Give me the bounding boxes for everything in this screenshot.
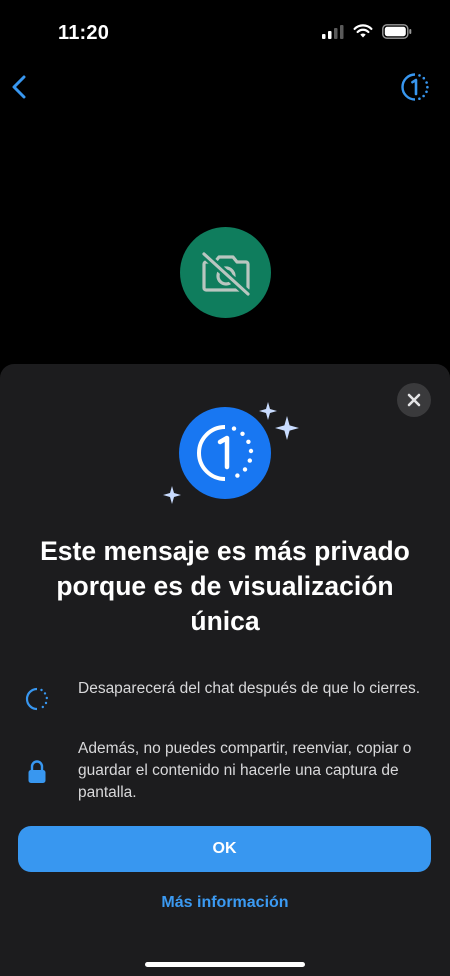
status-icons: [322, 24, 412, 39]
view-once-illustration: [160, 402, 310, 512]
home-indicator: [145, 962, 305, 967]
sheet-title: Este mensaje es más privado porque es de…: [40, 536, 410, 636]
battery-icon: [382, 24, 412, 39]
ok-button[interactable]: OK: [18, 826, 431, 872]
info-sheet: Este mensaje es más privado porque es de…: [0, 364, 450, 976]
wifi-icon: [353, 24, 373, 38]
status-time: 11:20: [58, 22, 110, 44]
chevron-left-icon: [12, 75, 26, 99]
view-once-button[interactable]: [400, 72, 430, 102]
dashed-circle-icon: [24, 686, 50, 712]
status-bar: 11:20: [0, 0, 450, 66]
media-unavailable-badge: [180, 227, 271, 318]
info-item-text: Desaparecerá del chat después de que lo …: [78, 680, 421, 697]
camera-off-icon: [199, 249, 252, 296]
back-button[interactable]: [6, 70, 32, 104]
close-icon: [407, 393, 421, 407]
view-once-icon: [401, 73, 429, 101]
info-item-text: Además, no puedes compartir, reenviar, c…: [78, 740, 412, 801]
more-info-link[interactable]: Más información: [0, 894, 450, 912]
view-once-icon: [179, 407, 271, 499]
cellular-signal-icon: [322, 24, 344, 39]
close-button[interactable]: [397, 383, 431, 417]
lock-icon: [24, 759, 50, 785]
